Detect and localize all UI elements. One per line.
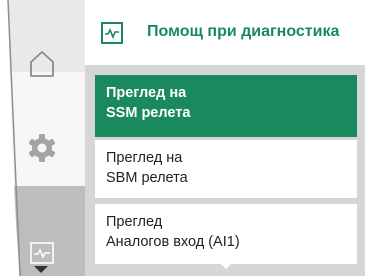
side-navigation-rail	[0, 0, 85, 276]
menu-item-label: Преглед	[106, 214, 163, 230]
diagnostics-icon	[30, 242, 54, 264]
more-items-arrow-icon[interactable]	[219, 262, 233, 270]
menu-item-ssm-relay[interactable]: Преглед на SSM релета	[95, 75, 357, 137]
menu-item-label: SSM релета	[106, 105, 191, 121]
diagnostics-menu: Преглед на SSM релета Преглед на SBM рел…	[85, 65, 365, 276]
diagnostics-icon	[101, 22, 123, 44]
menu-item-label: Преглед на	[106, 85, 187, 101]
page-header: Помощ при диагностика	[85, 0, 365, 70]
gear-icon	[28, 134, 56, 162]
menu-item-label: Преглед на	[106, 150, 183, 166]
rail-home-button[interactable]	[22, 44, 62, 84]
menu-item-label: Аналогов вход (AI1)	[106, 234, 240, 250]
menu-item-sbm-relay[interactable]: Преглед на SBM релета	[95, 140, 357, 198]
home-icon	[30, 51, 54, 77]
scroll-down-arrow-icon[interactable]	[34, 266, 48, 274]
rail-settings-button[interactable]	[22, 128, 62, 168]
menu-item-label: SBM релета	[106, 170, 188, 186]
page-title: Помощ при диагностика	[147, 23, 340, 40]
menu-item-analog-input[interactable]: Преглед Аналогов вход (AI1)	[95, 204, 357, 264]
